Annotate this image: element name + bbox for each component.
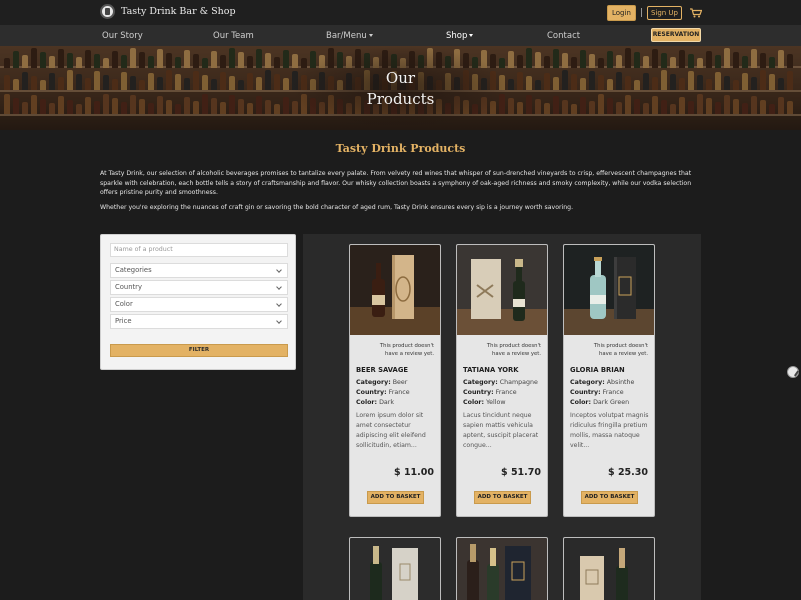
add-to-basket-button[interactable]: ADD TO BASKET	[367, 491, 424, 504]
hero-title-line1: Our	[385, 69, 416, 87]
reservation-button[interactable]: RESERVATION	[651, 28, 701, 42]
product-description: Lorem ipsum dolor sit amet consectetur a…	[356, 412, 426, 449]
nav-item-our-team[interactable]: Our Team	[213, 31, 254, 41]
add-to-basket-button[interactable]: ADD TO BASKET	[581, 491, 638, 504]
attr-value: France	[602, 389, 624, 396]
product-image[interactable]	[350, 245, 440, 335]
color-select[interactable]: Color	[110, 297, 288, 312]
filter-panel: Name of a product Categories Country Col…	[100, 234, 296, 370]
login-button[interactable]: Login	[607, 5, 636, 21]
product-description: Inceptos volutpat magnis ridiculus fring…	[570, 412, 649, 449]
intro-paragraph: At Tasty Drink, our selection of alcohol…	[100, 170, 692, 196]
chevron-down-icon	[368, 34, 373, 37]
nav-item-shop-label: Shop	[446, 31, 468, 41]
attr-value: Yellow	[486, 399, 506, 406]
country-select[interactable]: Country	[110, 280, 288, 295]
product-color: Color: Dark Green	[570, 399, 629, 406]
review-note: This product doesn't have a review yet.	[593, 343, 648, 357]
attr-label: Country:	[356, 389, 387, 396]
review-note: This product doesn't have a review yet.	[379, 343, 434, 357]
logo-icon	[100, 4, 115, 19]
intro-text: At Tasty Drink, our selection of alcohol…	[100, 169, 700, 212]
attr-label: Country:	[570, 389, 601, 396]
signup-button[interactable]: Sign Up	[646, 6, 682, 20]
product-image[interactable]	[457, 538, 547, 600]
attr-value: Dark Green	[593, 399, 630, 406]
product-image[interactable]	[350, 538, 440, 600]
attr-label: Color:	[356, 399, 378, 406]
nav-item-bar-menu[interactable]: Bar/Menu	[326, 31, 373, 41]
product-color: Color: Dark	[356, 399, 394, 406]
select-label: Color	[115, 300, 133, 308]
hero-title-line2: Products	[366, 90, 435, 108]
section-title: Tasty Drink Products	[335, 142, 466, 155]
product-name[interactable]: GLORIA BRIAN	[570, 366, 625, 374]
attr-value: Absinthe	[606, 379, 635, 386]
product-category: Category: Champagne	[463, 379, 538, 386]
product-price: $ 25.30	[608, 467, 648, 478]
product-category: Category: Beer	[356, 379, 407, 386]
page: Tasty Drink Bar & Shop Login | Sign Up O…	[0, 0, 801, 600]
filter-button[interactable]: FILTER	[110, 344, 288, 357]
attr-label: Color:	[463, 399, 485, 406]
hero-title: Our Products	[0, 68, 801, 110]
attr-label: Category:	[570, 379, 605, 386]
product-country: Country: France	[463, 389, 517, 396]
nav-item-bar-menu-label: Bar/Menu	[326, 31, 367, 41]
nav-item-contact[interactable]: Contact	[547, 31, 580, 41]
attr-value: Champagne	[499, 379, 538, 386]
review-note: This product doesn't have a review yet.	[486, 343, 541, 357]
price-select[interactable]: Price	[110, 314, 288, 329]
attr-label: Country:	[463, 389, 494, 396]
top-bar: Tasty Drink Bar & Shop Login | Sign Up	[0, 0, 801, 25]
nav-item-our-story[interactable]: Our Story	[102, 31, 143, 41]
product-name[interactable]: BEER SAVAGE	[356, 366, 408, 374]
brand-name: Tasty Drink Bar & Shop	[121, 6, 236, 17]
select-label: Categories	[115, 266, 152, 274]
product-name[interactable]: TATIANA YORK	[463, 366, 519, 374]
product-card: This product doesn't have a review yet. …	[349, 244, 441, 517]
product-country: Country: France	[356, 389, 410, 396]
select-label: Country	[115, 283, 143, 291]
product-price: $ 11.00	[394, 467, 434, 478]
accessibility-icon[interactable]	[787, 366, 799, 378]
product-card: This product doesn't have a review yet. …	[456, 244, 548, 517]
product-price: $ 51.70	[501, 467, 541, 478]
chevron-down-icon	[276, 267, 282, 273]
cart-icon[interactable]	[690, 8, 702, 18]
product-image[interactable]	[564, 538, 654, 600]
product-image[interactable]	[457, 245, 547, 335]
main-nav: Our Story Our Team Bar/Menu Shop Contact…	[0, 25, 801, 46]
attr-value: France	[388, 389, 410, 396]
auth-controls: Login | Sign Up	[607, 5, 702, 21]
chevron-down-icon	[276, 284, 282, 290]
attr-value: Beer	[392, 379, 408, 386]
product-name-input[interactable]: Name of a product	[110, 243, 288, 257]
product-card: This product doesn't have a review yet. …	[563, 244, 655, 517]
nav-item-shop[interactable]: Shop	[446, 31, 474, 41]
product-image[interactable]	[564, 245, 654, 335]
attr-label: Category:	[463, 379, 498, 386]
product-card	[563, 537, 655, 600]
brand[interactable]: Tasty Drink Bar & Shop	[100, 4, 236, 19]
add-to-basket-button[interactable]: ADD TO BASKET	[474, 491, 531, 504]
product-card	[456, 537, 548, 600]
product-description: Lacus tincidunt neque sapien mattis vehi…	[463, 412, 539, 449]
chevron-down-icon	[276, 301, 282, 307]
attr-label: Category:	[356, 379, 391, 386]
product-category: Category: Absinthe	[570, 379, 634, 386]
select-label: Price	[115, 317, 132, 325]
product-country: Country: France	[570, 389, 624, 396]
chevron-down-icon	[276, 318, 282, 324]
attr-value: Dark	[379, 399, 395, 406]
categories-select[interactable]: Categories	[110, 263, 288, 278]
products-panel: This product doesn't have a review yet. …	[303, 234, 701, 600]
attr-label: Color:	[570, 399, 592, 406]
auth-separator: |	[639, 8, 643, 18]
product-color: Color: Yellow	[463, 399, 505, 406]
product-card	[349, 537, 441, 600]
attr-value: France	[495, 389, 517, 396]
chevron-down-icon	[469, 34, 474, 37]
intro-paragraph: Whether you're exploring the nuances of …	[100, 203, 574, 211]
